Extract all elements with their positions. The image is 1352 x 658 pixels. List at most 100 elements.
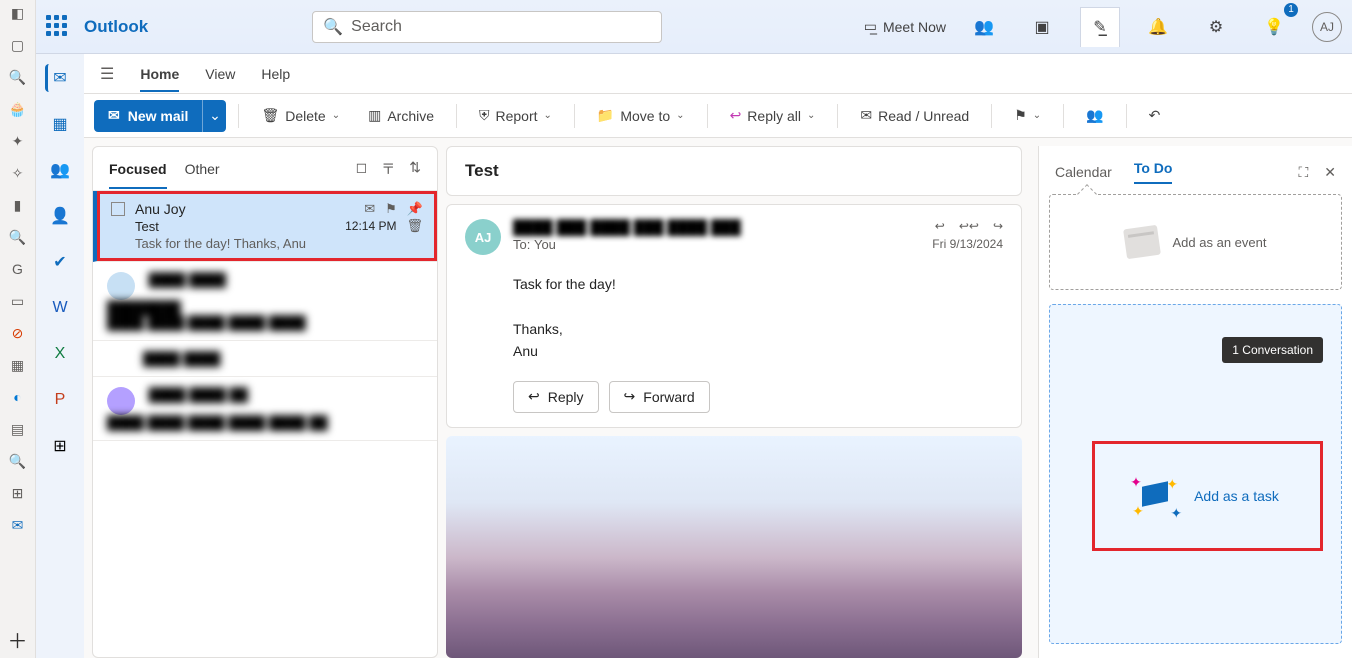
- delete-msg-icon[interactable]: 🗑: [406, 218, 423, 234]
- people-button[interactable]: 👥: [1076, 100, 1113, 132]
- message-item[interactable]: ████ ████████████████ ████ ████ ████ ███…: [93, 262, 437, 341]
- trash-icon: 🗑: [261, 107, 279, 124]
- cup-icon[interactable]: 🧁: [9, 100, 27, 118]
- tab-row: ☰ Home View Help: [84, 54, 1352, 94]
- add-task-highlight[interactable]: ✦✦✦✦ Add as a task: [1092, 441, 1323, 551]
- meet-now-button[interactable]: ▭̲Meet Now: [864, 18, 946, 35]
- sparkle-icon[interactable]: ✦: [9, 132, 27, 150]
- calendar-app-icon[interactable]: ▦: [46, 110, 74, 138]
- ms-icon[interactable]: ⊞: [9, 484, 27, 502]
- app-launcher-icon[interactable]: [46, 15, 70, 39]
- tips-icon[interactable]: 💡: [1254, 7, 1294, 47]
- delete-button[interactable]: 🗑Delete⌄: [251, 100, 350, 132]
- reply-icon[interactable]: ↩: [935, 219, 945, 233]
- settings-icon[interactable]: ⚙: [1196, 7, 1236, 47]
- tab-help[interactable]: Help: [261, 66, 290, 82]
- list-icon[interactable]: ▤: [9, 420, 27, 438]
- read-unread-button[interactable]: ✉Read / Unread: [850, 100, 979, 132]
- onenote-icon[interactable]: ▣: [1022, 7, 1062, 47]
- to-value: You: [534, 237, 556, 252]
- powerpoint-app-icon[interactable]: P: [46, 386, 74, 414]
- add-event-label: Add as an event: [1173, 235, 1267, 250]
- mail-app-icon[interactable]: ✉: [45, 64, 73, 92]
- tab-home[interactable]: Home: [140, 66, 179, 92]
- more-apps-icon[interactable]: ⊞: [46, 432, 74, 460]
- todo-app-icon[interactable]: ✔: [46, 248, 74, 276]
- add-event-slot[interactable]: Add as an event: [1049, 194, 1342, 290]
- search2-icon[interactable]: 🔍: [9, 228, 27, 246]
- new-mail-dropdown[interactable]: ⌄: [202, 100, 226, 132]
- add-app-icon[interactable]: ＋: [9, 630, 27, 648]
- select-icon[interactable]: ◻: [356, 159, 368, 179]
- ribbon: ✉New mail ⌄ 🗑Delete⌄ ▥Archive ⛨Report⌄ 📁…: [84, 94, 1352, 138]
- outlook-rail-icon[interactable]: ✉: [9, 516, 27, 534]
- cal-icon[interactable]: ▭: [9, 292, 27, 310]
- forward-act-icon[interactable]: ↪: [993, 219, 1003, 233]
- mark-read-icon[interactable]: ✉: [364, 201, 375, 217]
- todo-pane: Calendar To Do ⛶ ✕ Add as an event 1 Con: [1038, 146, 1352, 658]
- message-item-selected[interactable]: Anu Joy ✉ ⚑ 📌 Test 12:14 PM 🗑: [93, 191, 437, 262]
- calendar-tab[interactable]: Calendar: [1055, 164, 1112, 180]
- people-app-icon[interactable]: 👥: [46, 156, 74, 184]
- body-line3: Anu: [513, 340, 1003, 362]
- tab-view[interactable]: View: [205, 66, 235, 82]
- search-icon[interactable]: 🔍: [9, 68, 27, 86]
- body-line1: Task for the day!: [513, 273, 1003, 295]
- sort-icon[interactable]: ⇅: [409, 159, 421, 179]
- filter-icon[interactable]: 〒: [381, 159, 395, 179]
- reading-date: Fri 9/13/2024: [932, 237, 1003, 251]
- google-icon[interactable]: G: [9, 260, 27, 278]
- close-icon[interactable]: ✕: [1324, 164, 1336, 181]
- panel-icon[interactable]: ◧: [9, 4, 27, 22]
- reply-all-button[interactable]: ↩Reply all⌄: [720, 100, 826, 132]
- message-item[interactable]: ████ ████: [93, 341, 437, 377]
- to-label: To:: [513, 237, 530, 252]
- search3-icon[interactable]: 🔍: [9, 452, 27, 470]
- pin-icon[interactable]: 📌: [407, 201, 423, 217]
- expand-icon[interactable]: ⛶: [1298, 164, 1308, 181]
- redacted: ████ ████ ██████ ████ ████ ████ ████ ██: [107, 387, 328, 430]
- reading-body-card: AJ ████ ███ ████ ███ ████ ███ To: You ↩ …: [446, 204, 1022, 428]
- archive-button[interactable]: ▥Archive: [358, 100, 444, 132]
- block-icon[interactable]: ⊘: [9, 324, 27, 342]
- grid-icon[interactable]: ▦: [9, 356, 27, 374]
- message-subject: Test: [135, 219, 159, 234]
- todo-pane-toggle-icon[interactable]: ✎̲: [1080, 7, 1120, 47]
- avatar-icon: [107, 387, 135, 415]
- search-input[interactable]: 🔍 Search: [312, 11, 662, 43]
- excel-app-icon[interactable]: X: [46, 340, 74, 368]
- checkbox[interactable]: [111, 202, 125, 216]
- people-icon: 👥: [1086, 107, 1103, 124]
- flag-msg-icon[interactable]: ⚑: [385, 201, 397, 217]
- reply-button[interactable]: ↩Reply: [513, 381, 599, 413]
- archive-icon: ▥: [368, 107, 381, 124]
- forward-button[interactable]: ↪Forward: [609, 381, 710, 413]
- notifications-icon[interactable]: 🔔: [1138, 7, 1178, 47]
- reply-all-act-icon[interactable]: ↩↩: [959, 219, 979, 233]
- move-to-button[interactable]: 📁Move to⌄: [587, 100, 695, 132]
- account-avatar[interactable]: AJ: [1312, 12, 1342, 42]
- new-mail-button[interactable]: ✉New mail ⌄: [94, 100, 226, 132]
- home-icon[interactable]: ▢: [9, 36, 27, 54]
- message-item[interactable]: ████ ████ ██████ ████ ████ ████ ████ ██: [93, 377, 437, 441]
- teams-icon[interactable]: 👥: [964, 7, 1004, 47]
- message-from: Anu Joy: [135, 201, 186, 217]
- flag-button[interactable]: ⚑⌄: [1004, 100, 1051, 132]
- undo-button[interactable]: ↶: [1139, 100, 1171, 132]
- focused-tab[interactable]: Focused: [109, 161, 167, 189]
- report-button[interactable]: ⛨Report⌄: [469, 100, 562, 132]
- sparkle2-icon[interactable]: ✧: [9, 164, 27, 182]
- hamburger-icon[interactable]: ☰: [100, 64, 114, 84]
- other-tab[interactable]: Other: [185, 161, 220, 177]
- shield-icon: ⛨: [479, 107, 490, 124]
- todo-drop-slot[interactable]: 1 Conversation ✦✦✦✦ Add as a task: [1049, 304, 1342, 644]
- bolt-icon[interactable]: ▮: [9, 196, 27, 214]
- word-app-icon[interactable]: W: [46, 294, 74, 322]
- reply-all-icon: ↩: [730, 107, 742, 124]
- todo-tab[interactable]: To Do: [1134, 160, 1173, 184]
- list-header: Focused Other ◻ 〒 ⇅: [93, 147, 437, 191]
- groups-app-icon[interactable]: 👤: [46, 202, 74, 230]
- edge-icon[interactable]: ◐: [9, 388, 27, 406]
- message-list: Focused Other ◻ 〒 ⇅ Anu Joy: [92, 146, 438, 658]
- system-rail: ◧ ▢ 🔍 🧁 ✦ ✧ ▮ 🔍 G ▭ ⊘ ▦ ◐ ▤ 🔍 ⊞ ✉ ＋: [0, 0, 36, 658]
